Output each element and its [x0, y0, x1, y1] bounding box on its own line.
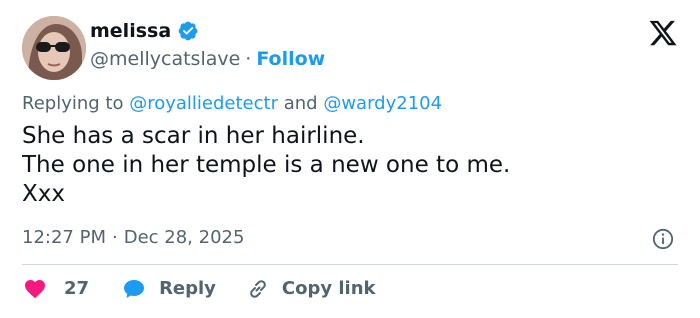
- link-icon: [250, 280, 266, 298]
- reply-button[interactable]: Reply: [121, 276, 216, 302]
- reply-label: Reply: [159, 278, 216, 299]
- tweet-date[interactable]: Dec 28, 2025: [124, 227, 245, 248]
- author-handle[interactable]: @mellycatslave: [90, 48, 240, 70]
- handle-separator: ·: [245, 48, 252, 70]
- tweet-time[interactable]: 12:27 PM: [22, 227, 106, 248]
- author-name[interactable]: melissa: [90, 18, 171, 44]
- action-bar: 27 Reply Copy link: [22, 276, 376, 302]
- avatar-photo: [22, 16, 86, 80]
- like-button[interactable]: 27: [22, 276, 89, 302]
- tweet-text-line: She has a scar in her hairline.: [22, 123, 365, 149]
- copy-link-button[interactable]: Copy link: [246, 276, 376, 302]
- replying-to-prefix: Replying to: [22, 93, 124, 114]
- avatar[interactable]: [22, 16, 86, 80]
- divider: [22, 264, 678, 265]
- mention-link-2[interactable]: @wardy2104: [323, 93, 442, 114]
- tweet-text-line: Xxx: [22, 181, 65, 207]
- x-logo-icon[interactable]: [648, 18, 678, 48]
- author-handle-row: @mellycatslave · Follow: [90, 46, 325, 72]
- tweet-text-line: The one in her temple is a new one to me…: [22, 152, 511, 178]
- author-name-row[interactable]: melissa: [90, 18, 199, 44]
- replying-to: Replying to @royalliedetectr and @wardy2…: [22, 92, 442, 116]
- follow-button[interactable]: Follow: [256, 48, 325, 70]
- tweet-card: melissa @mellycatslave · Follow Replying t…: [0, 0, 700, 318]
- copy-link-label: Copy link: [281, 278, 376, 299]
- timestamp-separator: ·: [111, 227, 118, 248]
- tweet-text: She has a scar in her hairline. The one …: [22, 122, 510, 209]
- heart-icon: [25, 280, 45, 299]
- verified-badge-icon: [178, 21, 198, 41]
- like-count: 27: [64, 278, 90, 299]
- speech-bubble-icon: [124, 280, 145, 298]
- mention-link-1[interactable]: @royalliedetectr: [129, 93, 278, 114]
- info-icon[interactable]: [652, 228, 674, 250]
- replying-to-conjunction: and: [283, 93, 318, 114]
- tweet-timestamp[interactable]: 12:27 PM · Dec 28, 2025: [22, 226, 244, 250]
